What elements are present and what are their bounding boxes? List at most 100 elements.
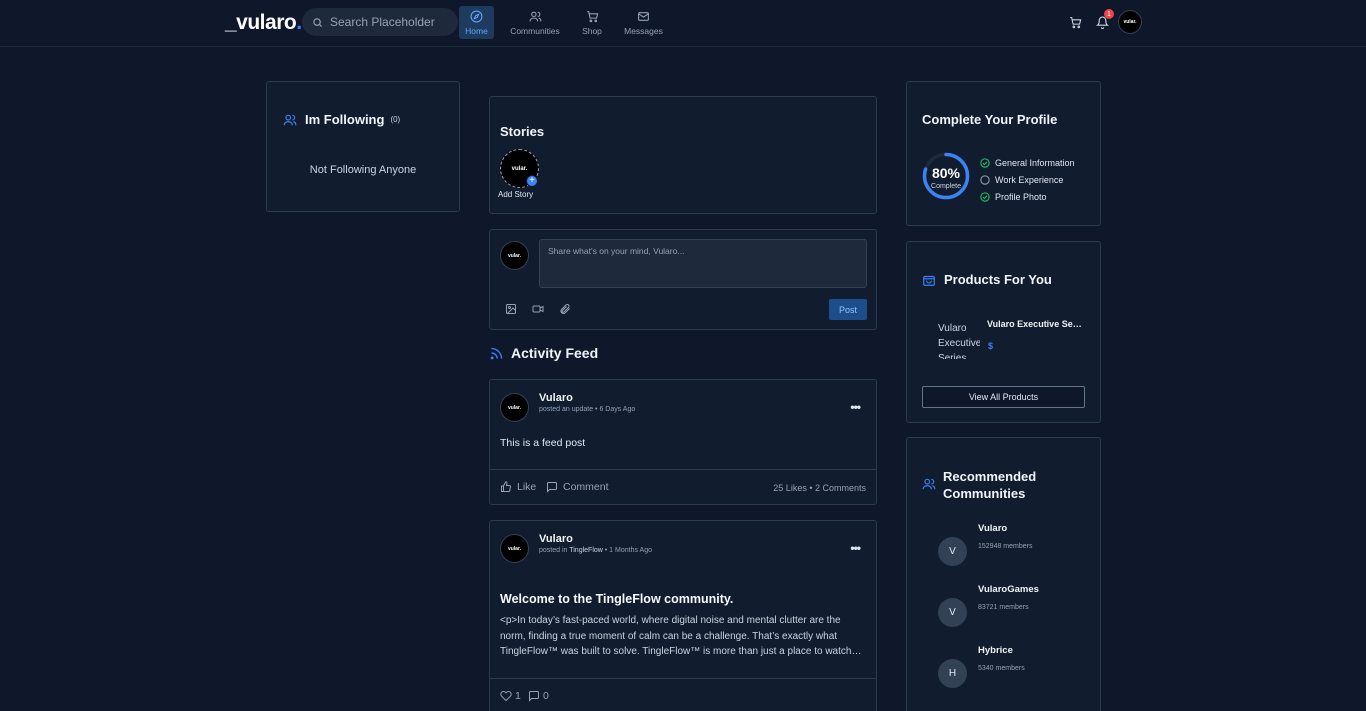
post-meta: posted in TingleFlow • 1 Months Ago — [539, 547, 652, 554]
nav-shop[interactable]: Shop — [578, 6, 606, 39]
community-members: 5340 members — [978, 665, 1025, 672]
post-button[interactable]: Post — [829, 299, 867, 320]
comment-icon — [546, 481, 558, 493]
nav-communities-label: Communities — [510, 25, 560, 36]
heart-button[interactable]: 1 — [500, 690, 521, 702]
users-icon — [283, 113, 297, 127]
progress-percent: 80% — [931, 165, 961, 181]
search-icon — [312, 17, 323, 28]
cart-button[interactable] — [1065, 12, 1085, 32]
user-avatar[interactable]: vular. — [1118, 10, 1142, 34]
community-name[interactable]: Vularo — [978, 523, 1007, 534]
like-count: 1 — [515, 690, 521, 702]
post-author-avatar[interactable]: vular. — [500, 393, 529, 422]
post-divider — [490, 678, 876, 679]
nav-home-label: Home — [465, 25, 488, 36]
post-meta-prefix: posted in — [539, 547, 570, 554]
community-avatar: V — [938, 537, 967, 566]
post-composer: vular. Post — [489, 229, 877, 330]
logo-text: _vularo — [225, 11, 297, 34]
users-icon — [922, 477, 936, 491]
logo-dot: . — [296, 11, 302, 34]
comment-count: 0 — [543, 690, 549, 702]
top-navigation: _vularo. Home Communities Shop Messages … — [0, 0, 1366, 47]
image-icon[interactable] — [505, 303, 517, 315]
post-excerpt: <p>In today’s fast-paced world, where di… — [500, 615, 862, 657]
search-input[interactable] — [330, 15, 450, 29]
check-circle-icon — [980, 191, 990, 202]
add-story-label[interactable]: Add Story — [498, 190, 533, 199]
following-empty-text: Not Following Anyone — [309, 164, 417, 176]
checklist-item-label: General Information — [995, 157, 1075, 168]
following-card: Im Following (0) Not Following Anyone — [266, 81, 460, 212]
check-circle-icon — [980, 157, 990, 168]
user-avatar-text: vular. — [1123, 19, 1137, 25]
nav-messages[interactable]: Messages — [623, 6, 664, 39]
community-avatar: H — [938, 659, 967, 688]
empty-circle-icon — [980, 174, 990, 185]
post-author-name[interactable]: Vularo — [539, 392, 573, 404]
post-body: This is a feed post — [500, 437, 586, 449]
communities-card: Recommended Communities V Vularo 152948 … — [906, 437, 1101, 711]
stories-title: Stories — [500, 124, 545, 139]
checklist-item[interactable]: General Information — [980, 154, 1075, 171]
communities-title: Recommended Communities — [943, 469, 1037, 501]
comment-icon — [528, 690, 540, 702]
stories-card: Stories vular. + Add Story — [489, 96, 877, 214]
community-name[interactable]: VularoGames — [978, 584, 1039, 595]
compass-icon — [470, 10, 483, 23]
following-title: Im Following — [305, 112, 385, 127]
view-all-products-button[interactable]: View All Products — [922, 386, 1085, 408]
more-options-icon[interactable]: ••• — [850, 541, 861, 555]
like-button[interactable]: Like — [500, 481, 536, 493]
heart-icon — [500, 690, 512, 702]
profile-checklist: General Information Work Experience Prof… — [980, 154, 1075, 205]
product-name[interactable]: Vularo Executive Seri... — [987, 319, 1082, 329]
checklist-item[interactable]: Work Experience — [980, 171, 1075, 188]
composer-avatar-text: vular. — [507, 252, 522, 259]
activity-feed-title: Activity Feed — [511, 345, 599, 361]
community-name[interactable]: Hybrice — [978, 645, 1013, 656]
post-author-name[interactable]: Vularo — [539, 533, 573, 545]
post-group-link[interactable]: TingleFlow — [569, 547, 603, 554]
following-count: (0) — [390, 115, 401, 124]
more-options-icon[interactable]: ••• — [850, 400, 861, 414]
post-meta-suffix: • 1 Months Ago — [602, 547, 652, 554]
following-header: Im Following (0) — [283, 112, 400, 127]
search-bar — [302, 8, 458, 36]
users-icon — [529, 10, 542, 23]
post-divider — [490, 469, 876, 470]
notification-badge: 1 — [1104, 9, 1114, 19]
post-meta: posted an update • 6 Days Ago — [539, 406, 636, 413]
progress-label: Complete — [931, 183, 961, 190]
paperclip-icon[interactable] — [559, 303, 571, 315]
nav-home[interactable]: Home — [459, 6, 494, 39]
nav-shop-label: Shop — [582, 25, 602, 36]
products-header: Products For You — [922, 272, 1052, 287]
comment-button[interactable]: 0 — [528, 690, 549, 702]
checklist-item-label: Work Experience — [995, 174, 1064, 185]
community-members: 83721 members — [978, 604, 1029, 611]
product-image[interactable]: Vularo Executive Series — [938, 321, 980, 359]
cart-icon — [586, 10, 599, 23]
video-icon[interactable] — [532, 303, 544, 315]
post-author-avatar[interactable]: vular. — [500, 534, 529, 563]
comment-label: Comment — [563, 481, 609, 493]
notifications-button[interactable]: 1 — [1092, 9, 1114, 32]
community-avatar: V — [938, 598, 967, 627]
nav-communities[interactable]: Communities — [509, 6, 561, 39]
mail-icon — [637, 10, 650, 23]
communities-header: Recommended Communities — [922, 468, 1053, 502]
logo[interactable]: _vularo. — [225, 11, 302, 35]
checklist-item[interactable]: Profile Photo — [980, 188, 1075, 205]
comment-button[interactable]: Comment — [546, 481, 609, 493]
nav-messages-label: Messages — [624, 25, 663, 36]
profile-completion-title: Complete Your Profile — [922, 112, 1058, 127]
post-avatar-text: vular. — [507, 545, 522, 552]
feed-post: vular. Vularo posted in TingleFlow • 1 M… — [489, 520, 877, 711]
plus-icon[interactable]: + — [526, 175, 538, 187]
rss-icon — [489, 346, 504, 361]
post-title[interactable]: Welcome to the TingleFlow community. — [500, 592, 733, 606]
post-textarea[interactable] — [539, 239, 867, 288]
like-label: Like — [517, 481, 537, 493]
